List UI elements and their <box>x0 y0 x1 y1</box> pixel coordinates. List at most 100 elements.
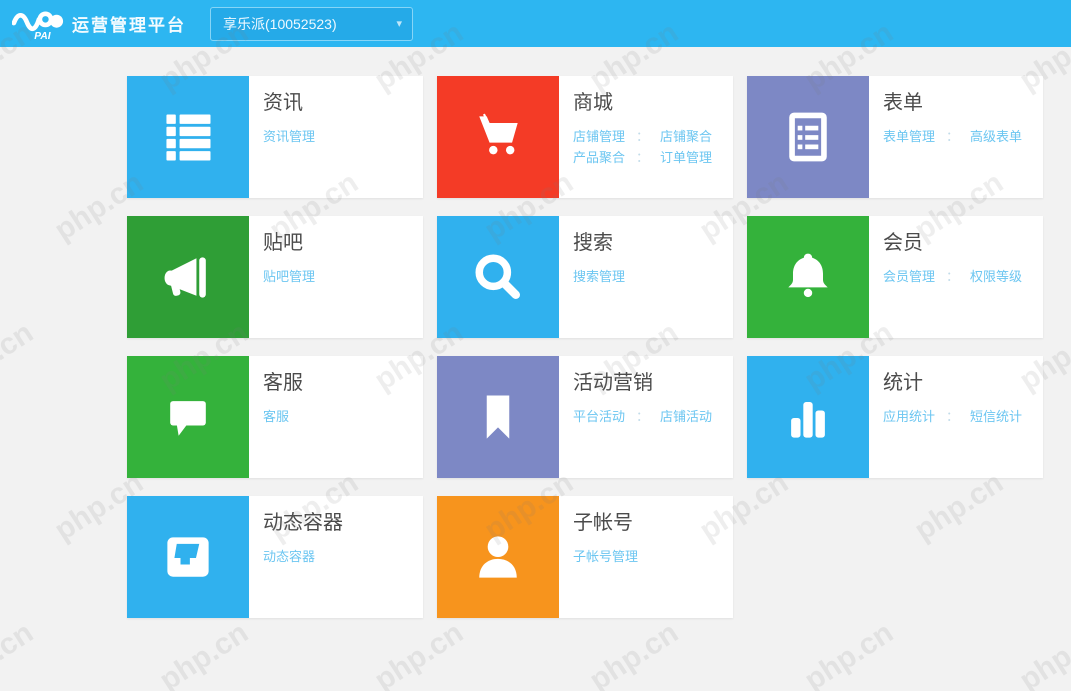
card-link-row: 表单管理 ： 高级表单 <box>883 127 1022 146</box>
bookmark-icon <box>468 387 528 447</box>
card-link[interactable]: 订单管理 <box>660 150 712 165</box>
card-title: 商城 <box>573 92 712 115</box>
card-link-row: 客服 <box>263 407 303 426</box>
card-title: 贴吧 <box>263 232 315 255</box>
card-body: 资讯 资讯管理 <box>249 76 315 198</box>
chevron-down-icon: ▾ <box>396 17 402 30</box>
biaodan-tile[interactable] <box>747 76 869 198</box>
card-link-row: 产品聚合 ： 订单管理 <box>573 148 712 167</box>
card-tieba: 贴吧 贴吧管理 <box>127 216 423 338</box>
link-separator: ： <box>636 409 649 424</box>
card-zizhanghao: 子帐号 子帐号管理 <box>437 496 733 618</box>
account-select-value: 享乐派(10052523) <box>223 14 337 34</box>
card-body: 表单 表单管理：高级表单 <box>869 76 1022 198</box>
card-body: 贴吧 贴吧管理 <box>249 216 315 338</box>
card-shangcheng: 商城 店铺管理 ： 店铺聚合产品聚合 ： 订单管理 <box>437 76 733 198</box>
card-links: 子帐号管理 <box>573 547 638 566</box>
card-links: 应用统计 ： 短信统计 <box>883 407 1022 426</box>
svg-text:PAI: PAI <box>34 30 51 41</box>
zizhanghao-tile[interactable] <box>437 496 559 618</box>
app-card-grid: 资讯 资讯管理 商城 店铺管理：店铺聚合产品聚合：订单管理 表单 表单管理：高级… <box>127 76 1071 618</box>
link-separator: ： <box>636 129 649 144</box>
card-link-row: 应用统计 ： 短信统计 <box>883 407 1022 426</box>
card-body: 统计 应用统计 ： 短信统计 <box>869 356 1022 478</box>
card-link-row: 店铺管理 ： 店铺聚合 <box>573 127 712 146</box>
card-links: 店铺管理 ： 店铺聚合产品聚合 ： 订单管理 <box>573 127 712 167</box>
tieba-tile[interactable] <box>127 216 249 338</box>
card-links: 表单管理 ： 高级表单 <box>883 127 1022 146</box>
card-body: 搜索 搜索管理 <box>559 216 625 338</box>
card-link[interactable]: 子帐号管理 <box>573 549 638 564</box>
card-biaodan: 表单 表单管理：高级表单 <box>747 76 1043 198</box>
card-title: 子帐号 <box>573 512 638 535</box>
link-separator: ： <box>946 409 959 424</box>
inbox-icon <box>158 527 218 587</box>
watermark-text: php.cn <box>0 616 40 691</box>
card-link[interactable]: 店铺活动 <box>660 409 712 424</box>
bell-icon <box>778 247 838 307</box>
card-title: 资讯 <box>263 92 315 115</box>
card-link[interactable]: 产品聚合 <box>573 150 625 165</box>
card-link[interactable]: 贴吧管理 <box>263 269 315 284</box>
card-link[interactable]: 表单管理 <box>883 129 935 144</box>
kefu-tile[interactable] <box>127 356 249 478</box>
card-zixun: 资讯 资讯管理 <box>127 76 423 198</box>
card-links: 动态容器 <box>263 547 343 566</box>
huiyuan-tile[interactable] <box>747 216 869 338</box>
card-link[interactable]: 资讯管理 <box>263 129 315 144</box>
card-title: 客服 <box>263 372 303 395</box>
sousuo-tile[interactable] <box>437 216 559 338</box>
card-link[interactable]: 店铺管理 <box>573 129 625 144</box>
watermark-text: php.cn <box>584 616 685 691</box>
dongtairongqi-tile[interactable] <box>127 496 249 618</box>
yoopai-logo-icon: PAI <box>12 5 64 43</box>
watermark-text: php.cn <box>799 616 900 691</box>
card-link[interactable]: 平台活动 <box>573 409 625 424</box>
link-separator: ： <box>946 269 959 284</box>
card-body: 会员 会员管理 ： 权限等级 <box>869 216 1022 338</box>
watermark-text: php.cn <box>1014 616 1071 691</box>
card-title: 动态容器 <box>263 512 343 535</box>
card-link[interactable]: 店铺聚合 <box>660 129 712 144</box>
chat-icon <box>158 387 218 447</box>
card-link-row: 贴吧管理 <box>263 267 315 286</box>
card-link[interactable]: 搜索管理 <box>573 269 625 284</box>
card-title: 统计 <box>883 372 1022 395</box>
platform-title: 运营管理平台 <box>72 11 186 36</box>
card-links: 客服 <box>263 407 303 426</box>
card-links: 平台活动 ： 店铺活动 <box>573 407 712 426</box>
shangcheng-tile[interactable] <box>437 76 559 198</box>
card-links: 会员管理 ： 权限等级 <box>883 267 1022 286</box>
card-links: 资讯管理 <box>263 127 315 146</box>
watermark-text: php.cn <box>154 616 255 691</box>
card-sousuo: 搜索 搜索管理 <box>437 216 733 338</box>
cart-icon <box>468 107 528 167</box>
list-icon <box>158 107 218 167</box>
card-links: 搜索管理 <box>573 267 625 286</box>
card-title: 搜索 <box>573 232 625 255</box>
card-link[interactable]: 应用统计 <box>883 409 935 424</box>
card-huiyuan: 会员 会员管理 ： 权限等级 <box>747 216 1043 338</box>
card-body: 动态容器 动态容器 <box>249 496 343 618</box>
card-link[interactable]: 动态容器 <box>263 549 315 564</box>
huodong-tile[interactable] <box>437 356 559 478</box>
card-body: 客服 客服 <box>249 356 303 478</box>
card-link[interactable]: 权限等级 <box>970 269 1022 284</box>
tongji-tile[interactable] <box>747 356 869 478</box>
card-link-row: 平台活动 ： 店铺活动 <box>573 407 712 426</box>
zixun-tile[interactable] <box>127 76 249 198</box>
card-title: 会员 <box>883 232 1022 255</box>
card-link[interactable]: 高级表单 <box>970 129 1022 144</box>
card-link[interactable]: 会员管理 <box>883 269 935 284</box>
card-kefu: 客服 客服 <box>127 356 423 478</box>
account-select[interactable]: 享乐派(10052523) ▾ <box>210 7 413 41</box>
person-icon <box>468 527 528 587</box>
card-body: 活动营销 平台活动：店铺活动 <box>559 356 712 478</box>
chart-icon <box>778 387 838 447</box>
card-link[interactable]: 短信统计 <box>970 409 1022 424</box>
watermark-text: php.cn <box>369 616 470 691</box>
card-link-row: 搜索管理 <box>573 267 625 286</box>
card-link[interactable]: 客服 <box>263 409 289 424</box>
link-separator: ： <box>946 129 959 144</box>
link-separator: ： <box>636 150 649 165</box>
